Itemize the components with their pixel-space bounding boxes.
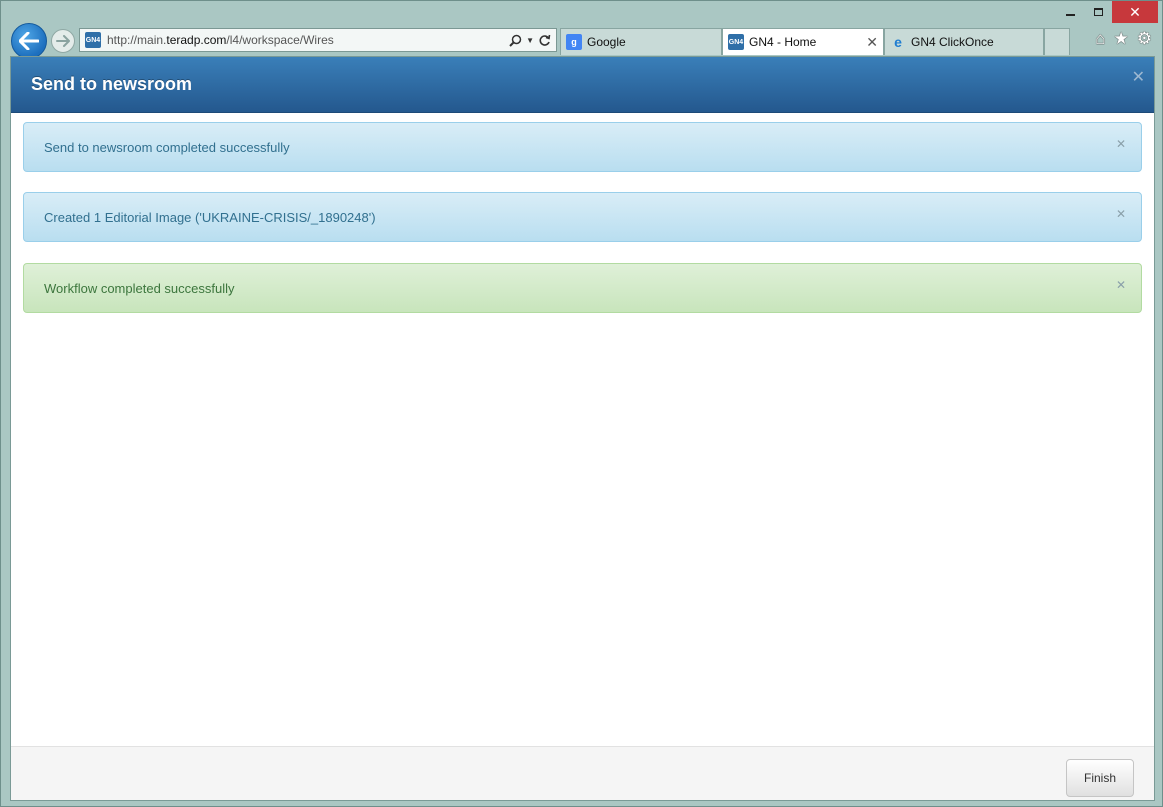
maximize-button[interactable]	[1084, 1, 1112, 23]
refresh-icon[interactable]	[538, 34, 551, 47]
finish-button[interactable]: Finish	[1066, 759, 1134, 797]
alert-close-icon[interactable]: ✕	[1116, 137, 1126, 151]
tab-gn4-clickonce[interactable]: e GN4 ClickOnce	[884, 28, 1044, 55]
page-content: Send to newsroom ✕ Send to newsroom comp…	[10, 56, 1155, 801]
close-tab-icon[interactable]: ✕	[866, 34, 878, 51]
url-text[interactable]: http://main.teradp.com/l4/workspace/Wire…	[107, 33, 509, 47]
modal-footer: Finish	[11, 746, 1154, 800]
ie-icon: e	[894, 34, 902, 50]
tab-label: GN4 - Home	[749, 35, 817, 49]
gn4-icon: GN4	[728, 34, 744, 50]
browser-toolbar: ⌂ ★ ⚙	[1095, 29, 1152, 49]
gear-icon[interactable]: ⚙	[1137, 29, 1152, 49]
tab-label: Google	[587, 35, 626, 49]
tab-google[interactable]: g Google	[560, 28, 722, 55]
favorites-star-icon[interactable]: ★	[1114, 29, 1129, 49]
search-icon[interactable]	[509, 34, 522, 47]
navigation-bar: GN4 http://main.teradp.com/l4/workspace/…	[1, 21, 1162, 59]
minimize-button[interactable]	[1056, 1, 1084, 23]
tab-gn4-home[interactable]: GN4 GN4 - Home ✕	[722, 28, 884, 55]
back-button[interactable]	[11, 23, 47, 59]
alert-send-completed: Send to newsroom completed successfully …	[23, 122, 1142, 172]
browser-window: ✕ GN4 http://main.teradp.com/l4/workspac…	[0, 0, 1163, 807]
alert-workflow-completed: Workflow completed successfully ✕	[23, 263, 1142, 313]
alert-text: Created 1 Editorial Image ('UKRAINE-CRIS…	[44, 209, 376, 225]
alert-created-image: Created 1 Editorial Image ('UKRAINE-CRIS…	[23, 192, 1142, 242]
modal-close-icon[interactable]: ✕	[1132, 67, 1145, 87]
google-icon: g	[566, 34, 582, 50]
dropdown-arrow-icon[interactable]: ▼	[526, 36, 534, 45]
modal-title: Send to newsroom	[31, 74, 193, 94]
alert-close-icon[interactable]: ✕	[1116, 278, 1126, 292]
tab-strip: g Google GN4 GN4 - Home ✕ e GN4 ClickOnc…	[560, 28, 1070, 55]
forward-button[interactable]	[51, 29, 75, 53]
back-arrow-icon	[19, 32, 39, 50]
modal-header: Send to newsroom ✕	[11, 57, 1154, 113]
close-window-button[interactable]: ✕	[1112, 1, 1158, 23]
forward-arrow-icon	[56, 35, 70, 47]
home-icon[interactable]: ⌂	[1095, 29, 1105, 49]
alert-text: Workflow completed successfully	[44, 280, 235, 296]
alert-text: Send to newsroom completed successfully	[44, 139, 290, 155]
window-controls: ✕	[1056, 1, 1158, 23]
site-favicon-icon: GN4	[85, 32, 101, 48]
new-tab-button[interactable]	[1044, 28, 1070, 55]
alert-close-icon[interactable]: ✕	[1116, 207, 1126, 221]
tab-label: GN4 ClickOnce	[911, 35, 994, 49]
address-bar[interactable]: GN4 http://main.teradp.com/l4/workspace/…	[79, 28, 557, 52]
